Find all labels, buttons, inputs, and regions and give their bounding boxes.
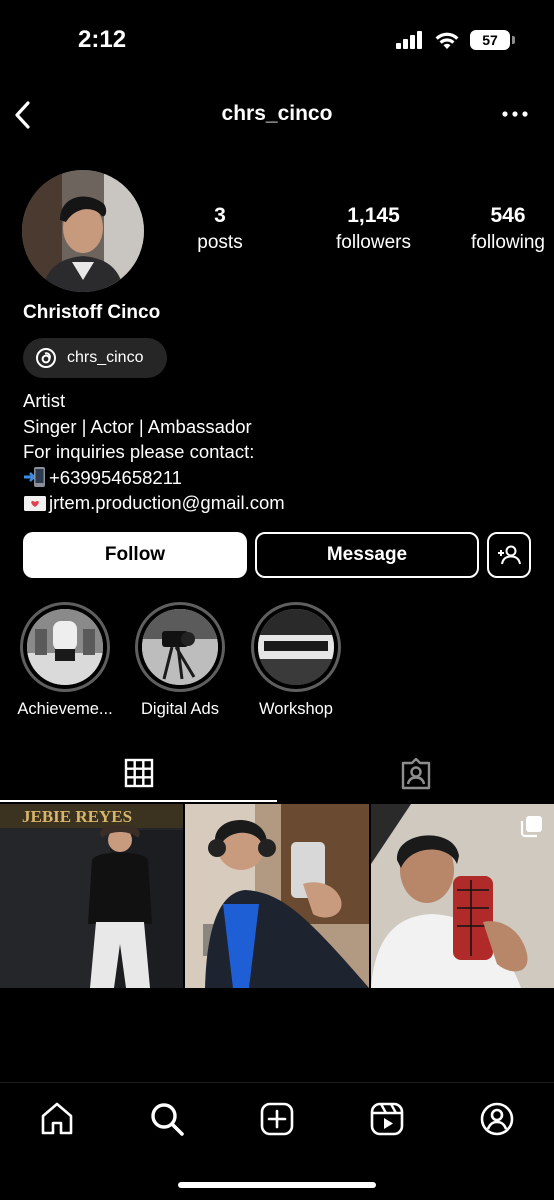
post-thumbnail[interactable]: JEBIE REYES bbox=[0, 804, 184, 988]
nav-reels[interactable] bbox=[369, 1101, 405, 1137]
posts-grid: JEBIE REYES bbox=[0, 804, 554, 988]
threads-handle: chrs_cinco bbox=[67, 349, 144, 366]
wifi-icon bbox=[435, 32, 459, 49]
stat-following-label: following bbox=[471, 232, 545, 253]
love-letter-emoji-icon bbox=[24, 495, 46, 511]
nav-home[interactable] bbox=[39, 1101, 75, 1137]
nav-create[interactable] bbox=[259, 1101, 295, 1137]
post-thumbnail[interactable] bbox=[185, 804, 369, 988]
stat-following-count: 546 bbox=[490, 204, 526, 227]
avatar[interactable] bbox=[22, 170, 144, 292]
bio-phone-number: +639954658211 bbox=[49, 466, 182, 488]
grid-icon bbox=[124, 758, 153, 788]
create-icon bbox=[260, 1102, 294, 1136]
home-indicator[interactable] bbox=[178, 1182, 376, 1188]
search-icon bbox=[151, 1103, 184, 1136]
signal-icon bbox=[396, 31, 422, 49]
bio-phone[interactable]: +639954658211 bbox=[23, 465, 285, 491]
add-user-icon bbox=[498, 545, 521, 565]
nav-profile[interactable] bbox=[479, 1101, 515, 1137]
profile-icon bbox=[480, 1102, 514, 1136]
post-sign-text: JEBIE REYES bbox=[22, 807, 132, 826]
status-time: 2:12 bbox=[78, 26, 127, 53]
post-thumbnail[interactable] bbox=[370, 804, 554, 988]
threads-badge[interactable]: chrs_cinco bbox=[23, 338, 167, 378]
battery-indicator: 57 bbox=[470, 30, 515, 50]
bio-line: Singer | Actor | Ambassador bbox=[23, 415, 252, 437]
post-photo: JEBIE REYES bbox=[0, 804, 184, 988]
carousel-icon bbox=[520, 816, 542, 838]
highlight-workshop[interactable]: Workshop bbox=[237, 602, 355, 719]
bio-line: Artist bbox=[23, 390, 66, 411]
profile-stats: 3 posts 1,145 followers 546 following bbox=[180, 204, 545, 254]
stat-posts-label: posts bbox=[197, 232, 243, 253]
highlight-label: Workshop bbox=[259, 700, 333, 718]
suggested-users-button[interactable] bbox=[487, 532, 531, 578]
avatar-photo bbox=[22, 170, 144, 292]
stat-posts[interactable]: 3 posts bbox=[180, 204, 260, 254]
threads-icon bbox=[36, 348, 56, 368]
reels-icon bbox=[370, 1102, 404, 1136]
profile-header: chrs_cinco bbox=[0, 90, 554, 140]
profile-tabs bbox=[0, 746, 554, 802]
highlight-label: Achieveme... bbox=[17, 700, 113, 718]
status-icons: 57 bbox=[396, 30, 515, 50]
highlight-label: Digital Ads bbox=[141, 700, 219, 718]
stat-posts-count: 3 bbox=[214, 204, 226, 227]
page-title: chrs_cinco bbox=[221, 102, 333, 125]
bio-email-address: jrtem.production@gmail.com bbox=[49, 492, 285, 513]
bottom-navigation bbox=[0, 1082, 554, 1200]
stat-followers-count: 1,145 bbox=[347, 204, 400, 227]
stat-following[interactable]: 546 following bbox=[453, 204, 554, 254]
bio-line: For inquiries please contact: bbox=[23, 441, 255, 462]
tab-tagged[interactable] bbox=[277, 746, 554, 802]
highlight-cover bbox=[27, 609, 103, 685]
bio-email[interactable]: jrtem.production@gmail.com bbox=[23, 490, 285, 516]
stat-followers[interactable]: 1,145 followers bbox=[307, 204, 440, 254]
more-options-button[interactable] bbox=[502, 104, 528, 124]
more-horizontal-icon bbox=[502, 111, 528, 117]
phone-arrow-emoji-icon bbox=[24, 467, 45, 488]
highlight-cover bbox=[142, 609, 218, 685]
tagged-icon bbox=[401, 758, 430, 790]
home-icon bbox=[41, 1102, 73, 1135]
bio: Artist Singer | Actor | Ambassador For i… bbox=[23, 388, 285, 516]
post-photo bbox=[185, 804, 369, 988]
follow-button[interactable]: Follow bbox=[23, 532, 247, 578]
highlight-digital-ads[interactable]: Digital Ads bbox=[121, 602, 239, 719]
tab-posts-grid[interactable] bbox=[0, 746, 277, 802]
status-bar: 2:12 57 bbox=[0, 0, 554, 80]
highlight-cover bbox=[258, 609, 334, 685]
message-button[interactable]: Message bbox=[255, 532, 479, 578]
nav-search[interactable] bbox=[149, 1101, 185, 1137]
stat-followers-label: followers bbox=[336, 232, 411, 253]
display-name: Christoff Cinco bbox=[23, 302, 161, 323]
highlight-achievements[interactable]: Achieveme... bbox=[6, 602, 124, 719]
